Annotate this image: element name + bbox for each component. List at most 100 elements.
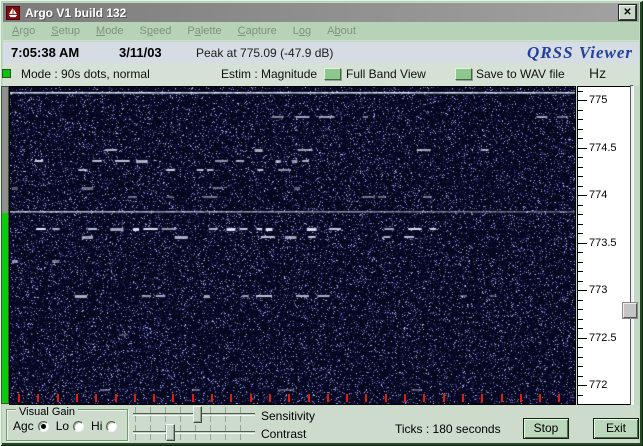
sensitivity-slider-thumb[interactable] (193, 406, 202, 423)
contrast-slider-thumb[interactable] (166, 424, 175, 441)
activity-indicator (2, 69, 11, 78)
menu-item-capture[interactable]: Capture (238, 25, 277, 37)
scale-label: 775 (589, 94, 608, 106)
scale-minor-tick (578, 110, 583, 111)
visual-gain-option-lo[interactable]: Lo (55, 419, 85, 433)
app-sailboat-icon (6, 5, 20, 20)
scale-minor-tick (578, 309, 583, 310)
scale-minor-tick (578, 167, 583, 168)
time-tick (442, 394, 445, 402)
scale-minor-tick (578, 395, 583, 396)
time-tick (461, 394, 464, 402)
radio-label: Agc (13, 419, 34, 433)
radio-unselected[interactable] (73, 420, 85, 432)
scale-minor-tick (578, 357, 583, 358)
time-tick (191, 394, 194, 402)
time-tick (172, 394, 175, 402)
menu-bar: Argo Setup Mode Speed Palette Capture Log About (3, 22, 639, 41)
scale-minor-tick (578, 366, 583, 367)
scale-label: 773 (589, 284, 608, 296)
waterfall-spectrogram (9, 86, 576, 405)
time-tick (95, 394, 98, 402)
time-tick (288, 394, 291, 402)
app-window: Argo V1 build 132 ✕ Argo Setup Mode Speed Pa… (0, 0, 643, 446)
menu-item-log[interactable]: Log (293, 25, 311, 37)
time-tick (114, 394, 117, 402)
time-tick (211, 394, 213, 402)
mode-readout: Mode : 90s dots, normal (21, 67, 150, 81)
scale-minor-tick (578, 252, 583, 253)
time-tick (75, 394, 78, 402)
visual-gain-option-hi[interactable]: Hi (91, 419, 118, 433)
menu-item-palette[interactable]: Palette (187, 25, 221, 37)
time-tick (519, 394, 522, 402)
scale-minor-tick (578, 119, 583, 120)
full-band-view-toggle[interactable] (324, 68, 341, 80)
scale-minor-tick (578, 186, 583, 187)
menu-item-speed[interactable]: Speed (140, 25, 172, 37)
title-bar[interactable]: Argo V1 build 132 ✕ (3, 3, 639, 22)
peak-readout: Peak at 775.09 (-47.9 dB) (196, 46, 334, 60)
menu-item-setup[interactable]: Setup (51, 25, 80, 37)
scale-minor-tick (578, 138, 583, 139)
stop-button[interactable]: Stop (523, 418, 569, 439)
scale-minor-tick (578, 328, 583, 329)
visual-gain-group: Visual Gain Agc Lo Hi (6, 407, 128, 441)
scale-minor-tick (578, 233, 583, 234)
menu-item-mode[interactable]: Mode (96, 25, 124, 37)
full-band-view-label: Full Band View (346, 67, 426, 81)
scale-minor-tick (578, 262, 583, 263)
progress-remaining (2, 87, 8, 214)
sensitivity-label: Sensitivity (261, 409, 316, 423)
scale-minor-tick (578, 319, 583, 320)
radio-selected[interactable] (37, 420, 49, 432)
time-tick (307, 394, 310, 402)
time-tick (326, 394, 329, 402)
scale-minor-tick (578, 91, 583, 92)
sensitivity-slider[interactable] (133, 406, 255, 423)
contrast-slider[interactable] (133, 424, 255, 441)
scale-major-tick (578, 338, 587, 339)
time-tick (404, 394, 406, 402)
time-tick (384, 394, 387, 402)
menu-item-about[interactable]: About (327, 25, 356, 37)
capture-progress-bar (1, 86, 9, 404)
scale-major-tick (578, 290, 587, 291)
close-button[interactable]: ✕ (619, 5, 636, 20)
scale-minor-tick (578, 205, 583, 206)
scale-label: 774 (589, 189, 608, 201)
progress-elapsed (2, 213, 8, 403)
radio-label: Lo (55, 419, 70, 433)
scale-major-tick (578, 385, 587, 386)
visual-gain-options: Agc Lo Hi (11, 419, 125, 433)
scale-minor-tick (578, 214, 583, 215)
scale-major-tick (578, 195, 587, 196)
time-tick (481, 394, 484, 402)
estim-readout: Estim : Magnitude (221, 67, 318, 81)
radio-label: Hi (91, 419, 103, 433)
menu-item-argo[interactable]: Argo (12, 25, 35, 37)
time-tick (133, 394, 136, 402)
save-wav-label: Save to WAV file (476, 67, 565, 81)
frequency-offset-slider-track[interactable] (630, 85, 634, 412)
scale-major-tick (578, 100, 587, 101)
time-tick (539, 394, 542, 402)
frequency-offset-slider-thumb[interactable] (623, 303, 637, 318)
time-tick (500, 394, 503, 402)
scale-major-tick (578, 148, 587, 149)
scale-label: 772.5 (589, 332, 617, 344)
radio-unselected[interactable] (106, 420, 118, 432)
brand-logo: QRSS Viewer (527, 43, 633, 62)
scale-minor-tick (578, 157, 583, 158)
info-bar: 7:05:38 AM 3/11/03 Peak at 775.09 (-47.9… (3, 42, 639, 63)
contrast-label: Contrast (261, 427, 307, 441)
time-tick (230, 394, 233, 402)
exit-button[interactable]: Exit (593, 418, 639, 439)
scale-minor-tick (578, 281, 583, 282)
save-wav-toggle[interactable] (455, 68, 472, 80)
scale-minor-tick (578, 129, 583, 130)
visual-gain-option-agc[interactable]: Agc (13, 419, 49, 433)
control-strip: Visual Gain Agc Lo Hi Sensitivity Contrast… (3, 405, 639, 443)
contrast-slider-track[interactable] (133, 431, 255, 434)
time-tick (346, 394, 349, 402)
